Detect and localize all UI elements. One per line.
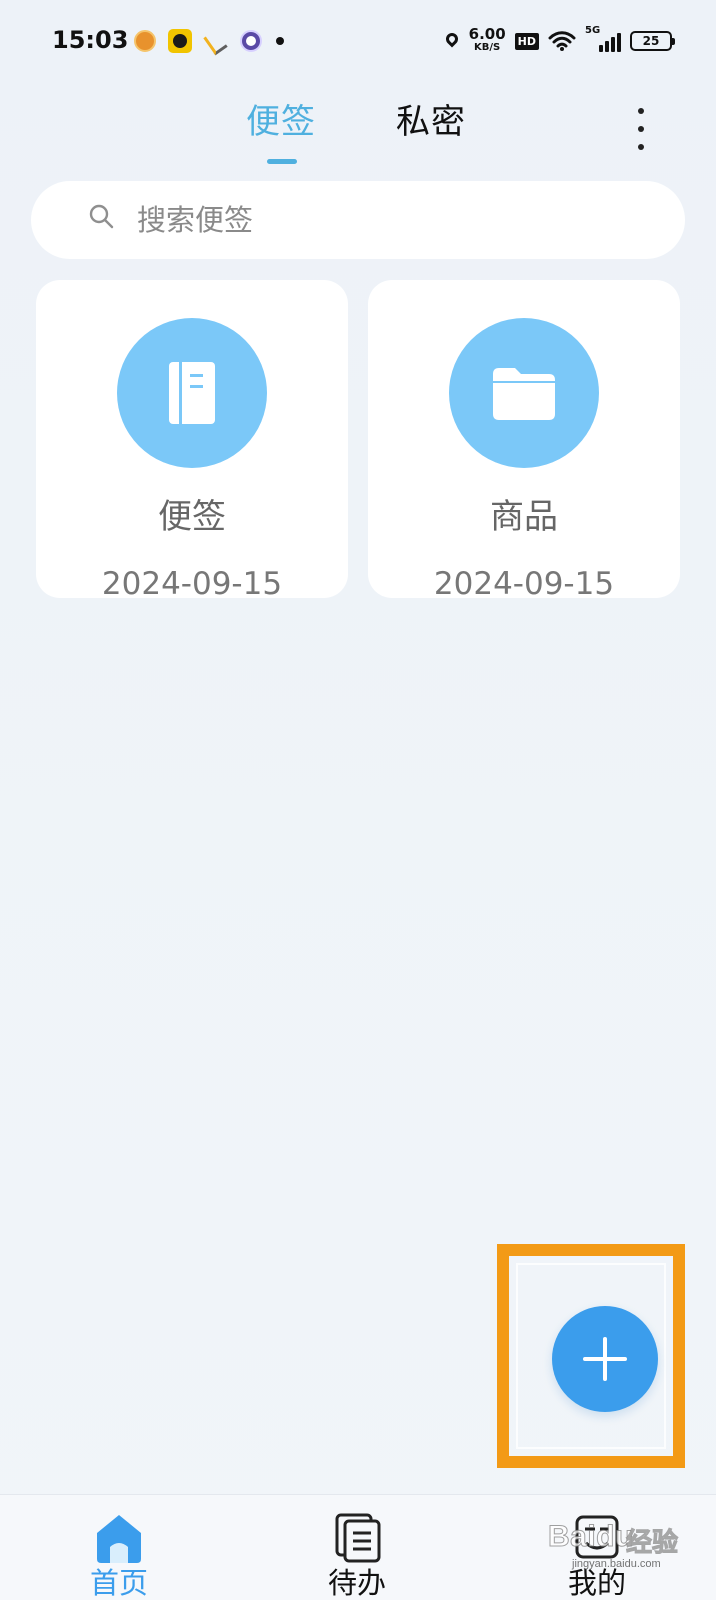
- folder-date: 2024-09-15: [101, 566, 283, 598]
- hd-badge: HD: [514, 32, 539, 50]
- app-screen: 15:03 6.00 KB/S HD 5G 25 便签 私密 搜索便签 便签 2…: [0, 0, 716, 1600]
- folder-date: 2024-09-15: [433, 566, 615, 598]
- search-icon: [89, 204, 114, 229]
- todo-icon: [335, 1513, 381, 1563]
- folder-grid: 便签 2024-09-15 商品 2024-09-15: [36, 280, 681, 598]
- network-type: 5G: [585, 25, 601, 36]
- nav-home-label: 首页: [89, 1566, 148, 1600]
- plus-icon: [583, 1337, 627, 1381]
- wifi-icon: [548, 31, 576, 51]
- home-icon: [97, 1515, 141, 1563]
- notification-cat-icon: [168, 29, 192, 53]
- folder-icon: [449, 318, 599, 468]
- search-bar[interactable]: [31, 181, 685, 259]
- status-indicators: 6.00 KB/S HD 5G 25: [444, 24, 675, 58]
- notebook-icon: [117, 318, 267, 468]
- status-time: 15:03: [52, 26, 129, 54]
- battery-level: 25: [642, 34, 660, 48]
- folder-card-products[interactable]: 商品 2024-09-15: [368, 280, 680, 598]
- active-tab-indicator: [267, 159, 297, 164]
- notebook-icon: [169, 362, 215, 424]
- folder-icon: [493, 368, 555, 420]
- notification-dot-icon: [276, 37, 284, 45]
- header-tabs: 便签 私密: [0, 92, 716, 172]
- cellular-signal-icon: 5G: [585, 25, 621, 52]
- tab-private[interactable]: 私密: [396, 100, 466, 144]
- network-speed-unit: KB/S: [474, 42, 501, 53]
- bottom-navigation: 首页 待办 我的: [0, 1494, 716, 1600]
- more-dot-icon: [638, 144, 644, 150]
- nav-home[interactable]: 首页: [59, 1495, 179, 1600]
- more-options-button[interactable]: [627, 102, 655, 156]
- notification-purple-icon: [240, 30, 262, 52]
- battery-icon: 25: [630, 31, 675, 51]
- folder-card-notes[interactable]: 便签 2024-09-15: [36, 280, 348, 598]
- status-bar: 15:03 6.00 KB/S HD 5G 25: [0, 0, 716, 84]
- notification-pen-icon: [204, 29, 228, 53]
- notification-icons: [134, 26, 284, 56]
- notification-app-icon: [134, 30, 156, 52]
- folder-title: 商品: [490, 497, 558, 537]
- search-input[interactable]: [135, 192, 639, 248]
- nav-mine[interactable]: 我的: [537, 1495, 657, 1600]
- data-saver-icon: [444, 31, 460, 51]
- tab-notes[interactable]: 便签: [246, 100, 316, 144]
- more-dot-icon: [638, 126, 644, 132]
- nav-mine-label: 我的: [567, 1566, 626, 1600]
- folder-title: 便签: [158, 497, 226, 537]
- nav-todo-label: 待办: [327, 1566, 386, 1600]
- nav-todo[interactable]: 待办: [297, 1495, 417, 1600]
- add-note-button[interactable]: [552, 1306, 658, 1412]
- profile-icon: [575, 1515, 619, 1559]
- network-speed: 6.00 KB/S: [469, 27, 506, 53]
- more-dot-icon: [638, 108, 644, 114]
- network-speed-value: 6.00: [468, 25, 506, 43]
